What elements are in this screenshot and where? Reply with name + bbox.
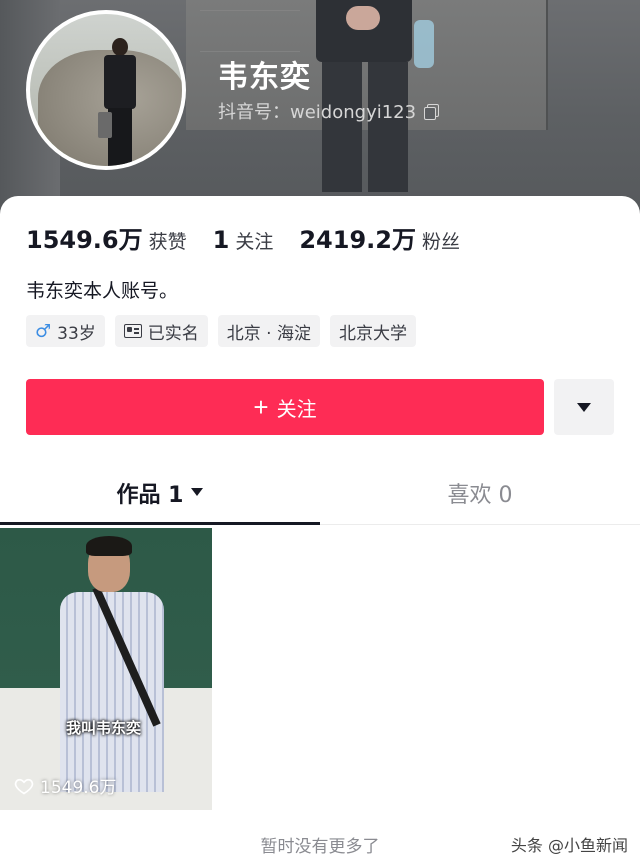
stat-following[interactable]: 1 关注 [213,226,274,254]
video-likes-count: 1549.6万 [40,778,117,798]
banner-wall-lines [200,10,300,52]
tag-age-label: 33岁 [57,323,96,344]
profile-card: 1549.6万 获赞 1 关注 2419.2万 粉丝 韦东奕本人账号。 ♂ 33… [0,196,640,868]
profile-banner: 韦东奕 抖音号：weidongyi123 [0,0,640,215]
watermark: 头条 @小鱼新闻 [510,836,628,855]
stat-likes[interactable]: 1549.6万 获赞 [26,220,187,255]
heart-icon [14,778,34,794]
content-tabs: 作品 1 喜欢 0 [0,472,640,525]
male-icon: ♂ [35,320,52,342]
stat-followers-label: 粉丝 [421,231,460,253]
tab-likes[interactable]: 喜欢 0 [320,472,640,524]
tag-verified-label: 已实名 [147,323,199,344]
tab-likes-label: 喜欢 0 [447,483,513,508]
tag-school-label: 北京大学 [339,323,407,344]
stat-likes-label: 获赞 [148,231,187,253]
profile-handle-row: 抖音号：weidongyi123 [218,98,440,124]
tab-works[interactable]: 作品 1 [0,472,320,524]
tag-location[interactable]: 北京 · 海淀 [217,315,320,347]
profile-tags: ♂ 33岁 已实名 北京 · 海淀 北京大学 [26,315,416,347]
stat-following-label: 关注 [235,231,274,253]
tag-location-label: 北京 · 海淀 [226,323,311,344]
follow-button-label: 关注 [276,398,317,421]
tab-active-indicator [0,522,320,525]
id-card-icon [123,324,142,338]
stat-likes-number: 1549.6万 [26,226,143,254]
stat-following-number: 1 [212,226,230,254]
plus-icon: + [253,392,269,422]
copy-icon[interactable] [424,104,440,120]
tag-verified: 已实名 [114,315,208,347]
avatar-figure-head [112,38,128,56]
avatar[interactable] [26,10,186,170]
avatar-figure [100,38,140,166]
banner-person-leg-left [322,62,362,192]
stats-row: 1549.6万 获赞 1 关注 2419.2万 粉丝 [26,220,486,255]
profile-name: 韦东奕 [218,60,311,95]
avatar-bag [98,112,112,138]
banner-person-hand [346,6,380,30]
banner-mask [414,20,434,68]
tag-school[interactable]: 北京大学 [330,315,416,347]
caret-down-icon [191,488,204,496]
profile-bio: 韦东奕本人账号。 [26,280,179,302]
banner-person-leg-right [368,62,408,192]
more-options-button[interactable] [554,379,614,435]
tag-gender-age: ♂ 33岁 [26,315,105,347]
video-likes: 1549.6万 [14,773,116,798]
follow-button[interactable]: + 关注 [26,379,544,435]
tab-works-label: 作品 1 [116,483,184,508]
caret-down-icon [577,402,591,412]
video-thumbnail[interactable]: 我叫韦东奕 1549.6万 [0,528,212,810]
profile-page: 韦东奕 抖音号：weidongyi123 1549.6万 获赞 1 关注 241… [0,0,640,868]
avatar-figure-body [104,55,136,109]
thumb-hair [86,536,132,556]
stat-followers[interactable]: 2419.2万 粉丝 [299,220,460,255]
video-caption: 我叫韦东奕 [66,719,142,737]
profile-handle: 抖音号：weidongyi123 [218,102,417,123]
stat-followers-number: 2419.2万 [299,226,416,254]
